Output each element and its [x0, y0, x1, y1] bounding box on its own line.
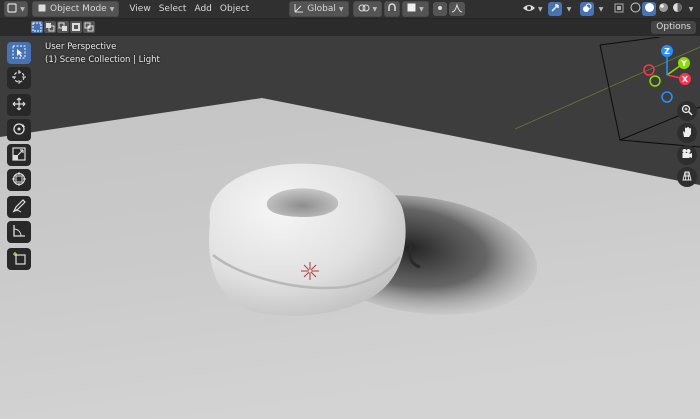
options-dropdown[interactable]: Options: [651, 21, 696, 34]
measure-icon: [12, 224, 26, 241]
shading-rendered-button[interactable]: [670, 2, 684, 16]
rotate-icon: [12, 122, 26, 139]
cursor-tool[interactable]: [7, 67, 31, 89]
visibility-dropdown[interactable]: ▼: [522, 2, 543, 16]
chevron-down-icon: ▼: [372, 5, 378, 13]
proportional-icon: [436, 4, 444, 15]
editor-type-button[interactable]: ▼: [4, 1, 28, 17]
solid-sphere-icon: [644, 2, 655, 16]
object-mode-icon: [37, 3, 47, 16]
mode-label: Object Mode: [50, 4, 107, 14]
pan-button[interactable]: [677, 123, 697, 143]
scene-render: [0, 37, 700, 419]
shading-solid-button[interactable]: [642, 2, 656, 16]
chevron-down-icon: ▼: [20, 5, 25, 13]
cube-icon: [7, 2, 17, 16]
chevron-down-icon: ▼: [598, 5, 604, 13]
neg-y-handle: [649, 75, 661, 87]
chevron-down-icon: ▼: [566, 5, 572, 13]
orientation-label: Global: [307, 4, 336, 14]
ortho-toggle-button[interactable]: [677, 167, 697, 187]
chevron-down-icon: ▼: [688, 5, 694, 13]
scale-tool[interactable]: [7, 144, 31, 166]
annotate-tool[interactable]: [7, 196, 31, 218]
select-intersect-button[interactable]: [83, 21, 95, 33]
zoom-icon: [681, 104, 693, 119]
xray-icon: [614, 3, 624, 16]
select-invert-button[interactable]: [70, 21, 82, 33]
viewport-header: ▼ Object Mode ▼ View Select Add Object G…: [0, 0, 700, 19]
scale-icon: [12, 146, 26, 164]
transform-icon: [12, 171, 26, 189]
zoom-button[interactable]: [677, 101, 697, 121]
navigation-gizmo[interactable]: Z Y X: [640, 41, 700, 111]
gizmo-icon: [550, 3, 560, 16]
select-box-icon: [12, 45, 26, 62]
collection-label: (1) Scene Collection | Light: [45, 55, 160, 65]
chevron-down-icon: ▼: [338, 5, 344, 13]
select-subtract-button[interactable]: [57, 21, 69, 33]
move-tool[interactable]: [7, 94, 31, 116]
overlays-dropdown[interactable]: ▼: [596, 2, 606, 16]
snap-toggle[interactable]: [384, 1, 401, 17]
menu-object[interactable]: Object: [216, 2, 253, 16]
chevron-down-icon: ▼: [109, 5, 115, 13]
gizmo-toggle[interactable]: [548, 2, 562, 16]
shading-dropdown[interactable]: ▼: [686, 2, 696, 16]
eye-icon: [522, 3, 536, 16]
shading-wireframe-button[interactable]: [628, 2, 642, 16]
xray-toggle[interactable]: [612, 2, 626, 16]
add-cube-icon: [12, 251, 26, 268]
square-icon: [407, 3, 416, 15]
menu-view[interactable]: View: [125, 2, 154, 16]
cursor-icon: [12, 69, 26, 87]
camera-view-button[interactable]: [677, 145, 697, 165]
transform-tool[interactable]: [7, 169, 31, 191]
orientation-dropdown[interactable]: Global ▼: [289, 1, 349, 17]
grid-icon: [681, 170, 693, 185]
falloff-curve-icon: [451, 2, 463, 16]
gizmo-dropdown[interactable]: ▼: [564, 2, 574, 16]
select-new-button[interactable]: [31, 21, 43, 33]
hand-icon: [681, 126, 693, 141]
measure-tool[interactable]: [7, 221, 31, 243]
magnet-icon: [387, 2, 397, 16]
material-sphere-icon: [658, 2, 669, 16]
shading-material-button[interactable]: [656, 2, 670, 16]
perspective-label: User Perspective: [45, 42, 117, 52]
chevron-down-icon: ▼: [538, 5, 543, 13]
camera-icon: [681, 148, 693, 163]
overlays-icon: [582, 3, 592, 16]
overlays-toggle[interactable]: [580, 2, 594, 16]
neg-x-handle: [643, 64, 655, 76]
x-axis-label: X: [682, 75, 689, 84]
tool-settings-row: Options: [0, 19, 700, 36]
orientation-icon: [294, 3, 304, 16]
move-icon: [12, 97, 26, 114]
3d-viewport[interactable]: User Perspective (1) Scene Collection | …: [0, 37, 700, 419]
y-axis-label: Y: [680, 59, 687, 68]
chevron-down-icon: ▼: [419, 5, 424, 13]
add-cube-tool[interactable]: [7, 248, 31, 270]
menu-select[interactable]: Select: [155, 2, 191, 16]
proportional-edit-toggle[interactable]: [432, 2, 447, 16]
rotate-tool[interactable]: [7, 119, 31, 141]
z-axis-label: Z: [664, 47, 670, 56]
pivot-icon: [358, 3, 370, 16]
select-box-tool[interactable]: [7, 42, 31, 64]
pivot-dropdown[interactable]: ▼: [352, 1, 383, 17]
donut-body: [209, 163, 406, 316]
wireframe-sphere-icon: [630, 2, 641, 16]
annotate-icon: [12, 198, 26, 216]
snap-target-dropdown[interactable]: ▼: [402, 1, 429, 17]
neg-z-handle: [661, 91, 673, 103]
falloff-dropdown[interactable]: [448, 2, 465, 16]
select-extend-button[interactable]: [44, 21, 56, 33]
rendered-sphere-icon: [672, 2, 683, 16]
mode-dropdown[interactable]: Object Mode ▼: [32, 1, 120, 17]
menu-add[interactable]: Add: [190, 2, 215, 16]
